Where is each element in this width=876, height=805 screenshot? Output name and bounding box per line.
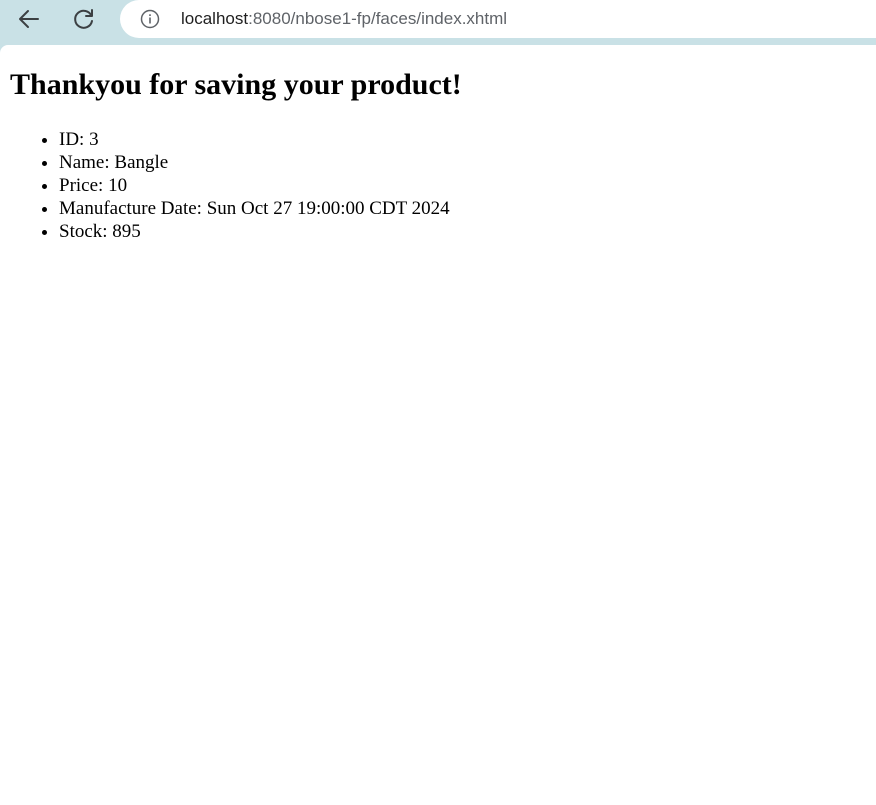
page-title: Thankyou for saving your product! bbox=[10, 68, 462, 101]
product-details-list: ID: 3 Name: Bangle Price: 10 Manufacture… bbox=[19, 128, 450, 243]
back-button[interactable] bbox=[13, 3, 45, 35]
list-item-id: ID: 3 bbox=[59, 128, 450, 151]
browser-toolbar: localhost:8080/nbose1-fp/faces/index.xht… bbox=[0, 0, 876, 45]
page-content: Thankyou for saving your product! ID: 3 … bbox=[0, 45, 876, 805]
list-item-name: Name: Bangle bbox=[59, 151, 450, 174]
url-text[interactable]: localhost:8080/nbose1-fp/faces/index.xht… bbox=[181, 8, 507, 30]
url-host: localhost bbox=[181, 9, 249, 28]
info-icon[interactable] bbox=[140, 9, 160, 29]
arrow-left-icon bbox=[19, 10, 39, 28]
list-item-price: Price: 10 bbox=[59, 174, 450, 197]
address-bar[interactable]: localhost:8080/nbose1-fp/faces/index.xht… bbox=[120, 0, 876, 38]
reload-icon bbox=[74, 9, 93, 29]
list-item-stock: Stock: 895 bbox=[59, 220, 450, 243]
reload-button[interactable] bbox=[68, 3, 100, 35]
list-item-manufacture-date: Manufacture Date: Sun Oct 27 19:00:00 CD… bbox=[59, 197, 450, 220]
url-path: :8080/nbose1-fp/faces/index.xhtml bbox=[248, 9, 508, 28]
